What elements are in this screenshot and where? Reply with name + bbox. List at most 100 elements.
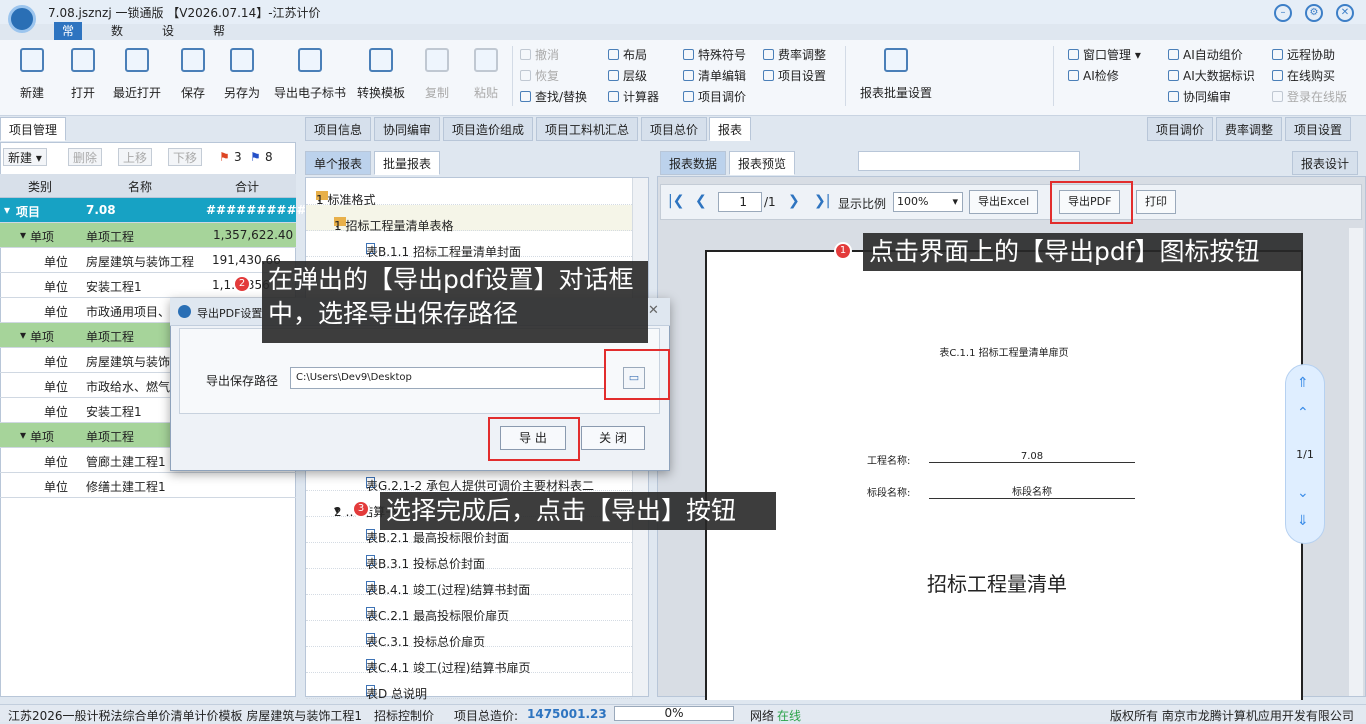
lp-move-down-button[interactable]: 下移: [168, 148, 203, 166]
next-page-icon[interactable]: ❯: [788, 193, 800, 209]
dialog-close-icon[interactable]: ✕: [648, 303, 659, 318]
project-price-adjust-button[interactable]: 项目调价: [683, 88, 746, 105]
omega-icon: [683, 49, 694, 60]
scroll-up-icon[interactable]: ⌃: [1297, 405, 1309, 421]
calculator-button[interactable]: 计算器: [608, 88, 659, 105]
scroll-top-icon[interactable]: ⇑: [1297, 375, 1309, 391]
lp-new-button[interactable]: 新建 ▾: [3, 148, 47, 166]
tree-item[interactable]: 表B.3.1 投标总价封面: [306, 543, 632, 571]
tab-project-manage[interactable]: 项目管理: [0, 117, 67, 141]
special-symbol-button[interactable]: 特殊符号: [683, 46, 746, 63]
report-design-button[interactable]: 报表设计: [1292, 151, 1359, 175]
table-row[interactable]: 单位安装工程11,1…,356: [0, 273, 296, 298]
online-buy-button[interactable]: 在线购买: [1272, 67, 1335, 84]
redo-button[interactable]: 恢复: [520, 67, 559, 84]
blue-flag-icon[interactable]: ⚑: [250, 150, 261, 164]
bill-edit-button[interactable]: 清单编辑: [683, 67, 746, 84]
blue-flag-count: 8: [265, 150, 273, 164]
login-online-button[interactable]: 登录在线版: [1272, 88, 1347, 105]
save-as-button[interactable]: 另存为: [224, 48, 260, 101]
table-row[interactable]: 单位 房屋建筑与装饰工程 191,430.66: [0, 248, 296, 273]
menu-tab-data[interactable]: 数据: [103, 22, 131, 56]
tab-single-report[interactable]: 单个报表: [305, 151, 372, 175]
lp-move-up-button[interactable]: 上移: [118, 148, 153, 166]
tree-item[interactable]: 表D 总说明: [306, 673, 632, 701]
tree-item[interactable]: 表B.4.1 竣工(过程)结算书封面: [306, 569, 632, 597]
rate-adjust-button[interactable]: 费率调整: [763, 46, 826, 63]
minimize-icon[interactable]: –: [1274, 4, 1292, 22]
path-label: 导出保存路径: [206, 374, 279, 388]
tab-rate-adjust[interactable]: 费率调整: [1216, 117, 1283, 141]
tab-batch-report[interactable]: 批量报表: [374, 151, 441, 175]
tree-item[interactable]: 表C.4.1 竣工(过程)结算书扉页: [306, 647, 632, 675]
tab-report-data[interactable]: 报表数据: [660, 151, 727, 175]
table-row[interactable]: ▾ 项目 7.08 ###########: [0, 198, 317, 223]
tab-collab-review[interactable]: 协同编审: [374, 117, 441, 141]
table-row[interactable]: 单位 修缮土建工程1: [0, 473, 296, 498]
expand-icon[interactable]: ▾: [20, 328, 26, 342]
status-total-value: 1475001.23: [527, 707, 607, 721]
layout-button[interactable]: 布局: [608, 46, 647, 63]
table-row[interactable]: ▾ 单项 单项工程 1,357,622.40: [0, 223, 296, 248]
report-search-input[interactable]: [858, 151, 1080, 171]
ai-bigdata-button[interactable]: AI大数据标识: [1168, 67, 1255, 84]
remote-assist-button[interactable]: 远程协助: [1272, 46, 1335, 63]
menu-tab-settings[interactable]: 设置: [154, 22, 182, 56]
tab-project-settings[interactable]: 项目设置: [1285, 117, 1352, 141]
gear-icon: [763, 70, 774, 81]
recent-open-button[interactable]: 最近打开: [113, 48, 161, 101]
export-etender-button[interactable]: 导出电子标书: [274, 48, 346, 101]
tab-report-preview[interactable]: 报表预览: [729, 151, 796, 175]
batch-report-settings-button[interactable]: 报表批量设置: [860, 48, 932, 101]
ribbon-separator: [512, 46, 513, 106]
path-input[interactable]: C:\Users\Dev9\Desktop: [290, 367, 606, 389]
collab-review-button[interactable]: 协同编审: [1168, 88, 1231, 105]
last-page-icon[interactable]: ❯|: [814, 193, 830, 209]
tab-labor-material-summary[interactable]: 项目工料机汇总: [536, 117, 639, 141]
project-name-label: 工程名称:: [867, 456, 911, 467]
expand-icon[interactable]: ▾: [20, 228, 26, 242]
page-number-input[interactable]: 1: [718, 192, 762, 212]
menu-tab-help[interactable]: 帮助: [205, 22, 233, 56]
paste-button[interactable]: 粘贴: [474, 48, 498, 101]
tab-project-price-adjust[interactable]: 项目调价: [1147, 117, 1214, 141]
scroll-down-icon[interactable]: ⌄: [1297, 485, 1309, 501]
dialog-close-button[interactable]: 关 闭: [581, 426, 645, 450]
project-settings-button[interactable]: 项目设置: [763, 67, 826, 84]
save-button[interactable]: 保存: [181, 48, 205, 101]
tree-item[interactable]: ▾ 1 招标工程量清单表格: [306, 205, 632, 233]
tree-item[interactable]: 表B.1.1 招标工程量清单封面: [306, 231, 632, 259]
red-flag-icon[interactable]: ⚑: [219, 150, 230, 164]
tab-cost-composition[interactable]: 项目造价组成: [443, 117, 534, 141]
undo-button[interactable]: 撤消: [520, 46, 559, 63]
tab-report[interactable]: 报表: [709, 117, 752, 141]
tree-item[interactable]: 表C.3.1 投标总价扉页: [306, 621, 632, 649]
ai-auto-price-button[interactable]: AI自动组价: [1168, 46, 1243, 63]
level-button[interactable]: 层级: [608, 67, 647, 84]
print-button[interactable]: 打印: [1136, 190, 1176, 214]
close-icon[interactable]: ✕: [1336, 4, 1354, 22]
menu-tab-common[interactable]: 常用: [54, 22, 83, 56]
open-button[interactable]: 打开: [71, 48, 95, 101]
ai-check-button[interactable]: AI检修: [1068, 67, 1119, 84]
copy-button[interactable]: 复制: [425, 48, 449, 101]
new-button[interactable]: 新建: [20, 48, 44, 101]
tab-project-info[interactable]: 项目信息: [305, 117, 372, 141]
window-manage-button[interactable]: 窗口管理 ▾: [1068, 46, 1141, 63]
first-page-icon[interactable]: |❮: [668, 193, 684, 209]
tab-project-total[interactable]: 项目总价: [641, 117, 708, 141]
export-excel-button[interactable]: 导出Excel: [969, 190, 1039, 214]
expand-icon[interactable]: ▾: [20, 428, 26, 442]
scroll-bottom-icon[interactable]: ⇓: [1297, 513, 1309, 529]
settings-icon[interactable]: ⚙: [1305, 4, 1323, 22]
tree-item[interactable]: ▾ 1 标准格式: [306, 179, 632, 207]
zoom-select[interactable]: 100% ▾: [893, 192, 963, 212]
convert-template-button[interactable]: 转换模板: [357, 48, 405, 101]
find-replace-button[interactable]: 查找/替换: [520, 88, 587, 105]
preview-scrollbar[interactable]: [1349, 228, 1363, 696]
expand-icon[interactable]: ▾: [4, 203, 10, 217]
prev-page-icon[interactable]: ❮: [695, 193, 707, 209]
tree-item[interactable]: 表C.2.1 最高投标限价扉页: [306, 595, 632, 623]
app-logo-icon[interactable]: [8, 5, 36, 33]
lp-delete-button[interactable]: 删除: [68, 148, 103, 166]
